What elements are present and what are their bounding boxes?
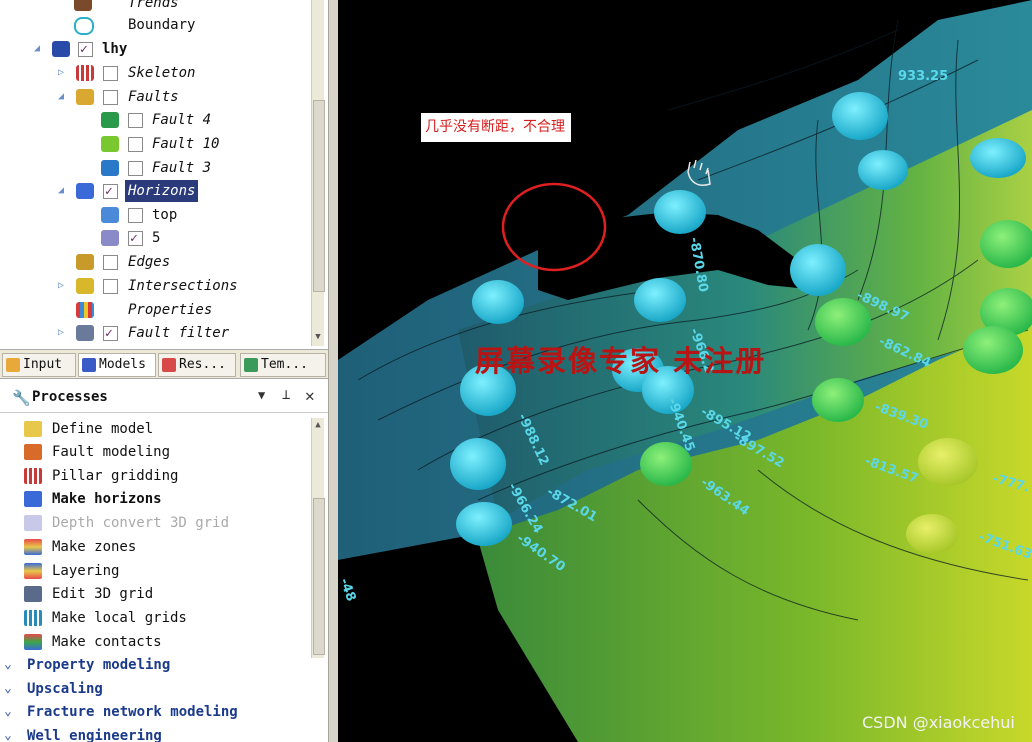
tree-scroll-thumb[interactable] — [313, 100, 325, 292]
fault-4-checkbox[interactable] — [128, 113, 143, 128]
well-marker — [472, 280, 524, 324]
make-contacts-icon — [24, 634, 42, 650]
well-marker — [832, 92, 888, 140]
collapse-icon[interactable]: ◢ — [58, 86, 64, 108]
faults-checkbox[interactable] — [103, 90, 118, 105]
annotation-note: 几乎没有断距，不合理 — [421, 113, 571, 142]
lhy-checkbox[interactable] — [78, 39, 93, 61]
chevron-down-icon: ⌄ — [4, 728, 12, 742]
well-marker — [970, 138, 1026, 178]
well-marker — [812, 378, 864, 422]
well-marker — [654, 190, 706, 234]
expand-icon[interactable]: ▷ — [58, 322, 64, 344]
scroll-down-icon[interactable]: ▼ — [312, 332, 324, 344]
recorder-watermark: 屏幕录像专家 未注册 — [475, 344, 767, 378]
collapse-icon[interactable]: ◢ — [34, 38, 40, 60]
panel-tabs: Input Models Res... Tem... — [0, 349, 328, 379]
chevron-down-icon: ⌄ — [4, 704, 12, 719]
trends-icon — [74, 0, 92, 11]
horizon-icon — [101, 230, 119, 246]
well-marker — [963, 326, 1023, 374]
faults-folder-icon — [76, 89, 94, 105]
chevron-down-icon: ⌄ — [4, 657, 12, 672]
processes-scroll-thumb[interactable] — [313, 498, 325, 655]
processes-title: Processes — [32, 389, 108, 405]
well-marker — [456, 502, 512, 546]
edges-checkbox[interactable] — [103, 255, 118, 270]
processes-scrollbar[interactable]: ▲ — [311, 418, 325, 658]
collapse-icon[interactable]: ◢ — [58, 180, 64, 202]
top-checkbox[interactable] — [128, 208, 143, 223]
tab-results[interactable]: Res... — [158, 353, 236, 377]
expand-icon[interactable]: ▷ — [58, 275, 64, 297]
input-icon — [6, 358, 20, 372]
make-zones-icon — [24, 539, 42, 555]
fault-filter-icon — [76, 325, 94, 341]
layering-icon — [24, 563, 42, 579]
make-horizons-icon — [24, 491, 42, 507]
well-marker — [450, 438, 506, 490]
horizons-checkbox[interactable] — [103, 181, 118, 203]
make-local-grids-icon — [24, 610, 42, 626]
skeleton-icon — [76, 65, 94, 81]
boundary-icon — [74, 17, 94, 35]
contour-label: 933.25 — [898, 69, 948, 84]
results-icon — [162, 358, 176, 372]
define-model-icon — [24, 421, 42, 437]
fault-filter-checkbox[interactable] — [103, 323, 118, 345]
skeleton-checkbox[interactable] — [103, 66, 118, 81]
chevron-down-icon: ⌄ — [4, 681, 12, 696]
fault-3-checkbox[interactable] — [128, 161, 143, 176]
models-icon — [82, 358, 96, 372]
intersections-icon — [76, 278, 94, 294]
close-icon[interactable]: ✕ — [305, 386, 315, 405]
pillar-gridding-icon — [24, 468, 42, 484]
scroll-up-icon[interactable]: ▲ — [312, 420, 324, 432]
edges-icon — [76, 254, 94, 270]
5-checkbox[interactable] — [128, 228, 143, 250]
model-icon — [52, 41, 70, 57]
contour-label: -48 — [338, 576, 358, 603]
model-tree: Trends Boundary ◢ lhy ▷ Skeleton ◢ Fault… — [0, 0, 310, 346]
dropdown-icon[interactable]: ▼ — [258, 388, 265, 402]
tab-templates[interactable]: Tem... — [240, 353, 326, 377]
wrench-icon: 🔧 — [12, 389, 31, 407]
fault-icon — [101, 160, 119, 176]
well-marker — [858, 150, 908, 190]
templates-icon — [244, 358, 258, 372]
csdn-credit: CSDN @xiaokcehui — [862, 713, 1015, 732]
tab-input[interactable]: Input — [2, 353, 76, 377]
well-marker — [906, 514, 958, 554]
fault-icon — [101, 136, 119, 152]
horizons-icon — [76, 183, 94, 199]
intersections-checkbox[interactable] — [103, 279, 118, 294]
tree-scrollbar[interactable]: ▼ — [311, 0, 325, 346]
processes-header: 🔧 Processes ▼ ⊥ ✕ — [0, 384, 328, 413]
well-marker — [790, 244, 846, 296]
expand-icon[interactable]: ▷ — [58, 62, 64, 84]
tab-models[interactable]: Models — [78, 353, 156, 377]
left-panel: Trends Boundary ◢ lhy ▷ Skeleton ◢ Fault… — [0, 0, 338, 742]
pin-icon[interactable]: ⊥ — [282, 387, 290, 403]
fault-icon — [101, 112, 119, 128]
depth-convert-icon — [24, 515, 42, 531]
horizon-icon — [101, 207, 119, 223]
properties-icon — [76, 302, 94, 318]
fault-10-checkbox[interactable] — [128, 137, 143, 152]
edit-3d-grid-icon — [24, 586, 42, 602]
well-marker — [634, 278, 686, 322]
well-marker — [918, 438, 978, 486]
fault-modeling-icon — [24, 444, 42, 460]
